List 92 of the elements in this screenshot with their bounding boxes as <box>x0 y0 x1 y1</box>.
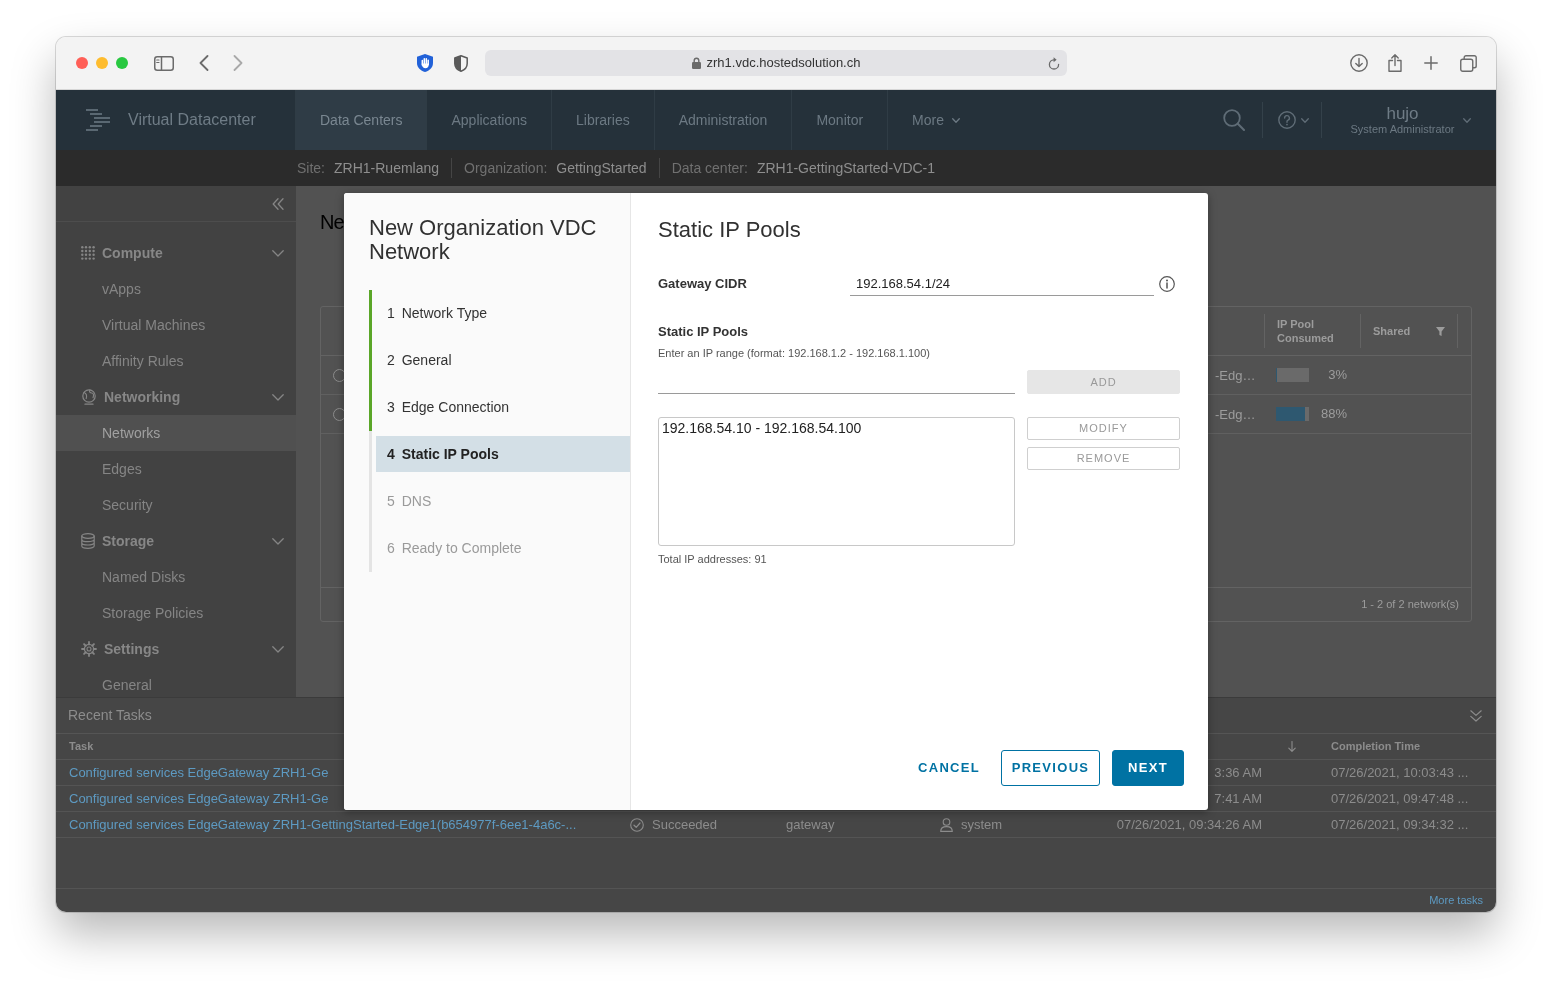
info-icon[interactable] <box>1159 276 1175 292</box>
wizard-step[interactable]: 2 General <box>369 337 630 384</box>
sidebar-item[interactable]: General <box>56 667 296 697</box>
plus-icon[interactable] <box>1424 56 1438 70</box>
caret-icon <box>952 117 960 123</box>
wizard-step[interactable]: 4 Static IP Pools <box>369 431 630 478</box>
section-title: Static IP Pools <box>658 324 750 340</box>
sort-arrow-icon[interactable] <box>1288 741 1296 752</box>
more-tasks-link[interactable]: More tasks <box>1429 892 1483 909</box>
lock-icon <box>691 57 701 69</box>
wizard-step[interactable]: 1 Network Type <box>369 290 630 337</box>
pagination-text: 1 - 2 of 2 network(s) <box>1361 597 1459 613</box>
sidebar-item[interactable]: Security <box>56 487 296 523</box>
sidebar-item[interactable]: Edges <box>56 451 296 487</box>
ip-range-item[interactable]: 192.168.54.10 - 192.168.54.100 <box>661 419 1012 437</box>
task-link[interactable]: Configured services EdgeGateway ZRH1-GettingStarted-Edge1(b654977f-6ee1-4a6c-... <box>69 816 577 832</box>
step-title: Static IP Pools <box>658 217 802 243</box>
panel-title: Recent Tasks <box>68 706 152 725</box>
user-icon <box>940 817 953 832</box>
shield-icon[interactable] <box>454 54 468 72</box>
task-type: gateway <box>786 816 835 832</box>
column-header: Shared <box>1373 324 1411 338</box>
next-button[interactable]: NEXT <box>1112 750 1184 786</box>
cancel-button[interactable]: CANCEL <box>905 750 993 786</box>
app-title: Virtual Datacenter <box>128 110 256 130</box>
reload-icon[interactable] <box>1048 56 1060 70</box>
column-header: Completion Time <box>1331 740 1421 753</box>
back-icon[interactable] <box>199 55 209 71</box>
sidebar-item[interactable]: Virtual Machines <box>56 307 296 343</box>
task-link[interactable]: Configured services EdgeGateway ZRH1-Ge <box>69 764 329 780</box>
usage-percent: 3% <box>1327 366 1347 385</box>
address-bar[interactable]: zrh1.vdc.hostedsolution.ch <box>485 50 1067 76</box>
grid-icon <box>81 246 95 260</box>
context-label: Organization: <box>464 158 548 178</box>
window-close-button[interactable] <box>76 57 88 69</box>
window-zoom-button[interactable] <box>116 57 128 69</box>
sidebar-section-button[interactable]: Compute <box>56 235 296 271</box>
collapse-sidebar-icon[interactable] <box>272 197 284 210</box>
start-time: 7:41 AM <box>1214 790 1262 806</box>
share-icon[interactable] <box>1388 54 1402 72</box>
logo-icon <box>86 109 110 131</box>
start-time: 07/26/2021, 09:34:26 AM <box>1116 816 1262 832</box>
dialog-title: New Organization VDC Network <box>369 216 598 264</box>
start-time: 3:36 AM <box>1214 764 1262 780</box>
completion-time: 07/26/2021, 09:47:48 ... <box>1331 790 1469 806</box>
column-header: Task <box>69 740 94 753</box>
field-label: Gateway CIDR <box>658 275 748 294</box>
check-circle-icon <box>630 817 644 832</box>
sidebar-item[interactable]: Affinity Rules <box>56 343 296 379</box>
globe-icon <box>81 389 97 405</box>
context-value: GettingStarted <box>556 158 647 178</box>
database-icon <box>81 533 95 549</box>
filter-icon[interactable] <box>1436 326 1445 336</box>
hint-text: Enter an IP range (format: 192.168.1.2 - 192.168.1.100) <box>658 346 931 360</box>
collapse-panel-icon[interactable] <box>1470 709 1482 722</box>
user-menu-button[interactable]: hujo System Administrator <box>1322 90 1482 150</box>
ip-range-list[interactable]: 192.168.54.10 - 192.168.54.100 <box>658 417 1015 546</box>
tabs-icon[interactable] <box>1460 54 1477 72</box>
task-link[interactable]: Configured services EdgeGateway ZRH1-Ge <box>69 790 329 806</box>
context-label: Data center: <box>671 158 748 178</box>
page-title: Ne <box>320 210 344 235</box>
column-header: IP Pool Consumed <box>1277 317 1335 345</box>
usage-percent: 88% <box>1319 405 1347 424</box>
completion-time: 07/26/2021, 10:03:43 ... <box>1331 764 1469 780</box>
total-text: Total IP addresses: 91 <box>658 552 768 566</box>
hand-shield-icon[interactable] <box>417 54 433 72</box>
initiator-name: system <box>961 815 1003 834</box>
sidebar-item[interactable]: vApps <box>56 271 296 307</box>
forward-icon[interactable] <box>233 55 243 71</box>
sidebar-item[interactable]: Named Disks <box>56 559 296 595</box>
sidebar-item[interactable]: Storage Policies <box>56 595 296 631</box>
previous-button[interactable]: PREVIOUS <box>1001 750 1100 786</box>
sidebar-item[interactable]: Networks <box>56 415 296 451</box>
nav-tab[interactable]: Data Centers <box>295 90 427 150</box>
search-icon[interactable] <box>1223 109 1245 131</box>
sidebar-section-button[interactable]: Networking <box>56 379 296 415</box>
gateway-cidr-field[interactable]: 192.168.54.1/24 <box>850 272 1154 296</box>
sidebar-section-button[interactable]: Settings <box>56 631 296 667</box>
status-text: Succeeded <box>652 815 718 834</box>
truncated-name: -Edg… <box>1214 406 1256 422</box>
caret-icon <box>1463 117 1471 123</box>
download-icon[interactable] <box>1350 54 1368 72</box>
truncated-name: -Edg… <box>1214 367 1256 383</box>
completion-time: 07/26/2021, 09:34:32 ... <box>1331 816 1469 832</box>
caret-icon <box>1301 117 1309 123</box>
context-value: ZRH1-GettingStarted-VDC-1 <box>756 158 936 178</box>
context-value: ZRH1-Ruemlang <box>334 158 440 178</box>
context-label: Site: <box>297 158 325 178</box>
sidebar-toggle-icon[interactable] <box>154 55 174 71</box>
sidebar-section-button[interactable]: Storage <box>56 523 296 559</box>
help-icon <box>1278 111 1296 129</box>
gear-icon <box>81 641 97 657</box>
